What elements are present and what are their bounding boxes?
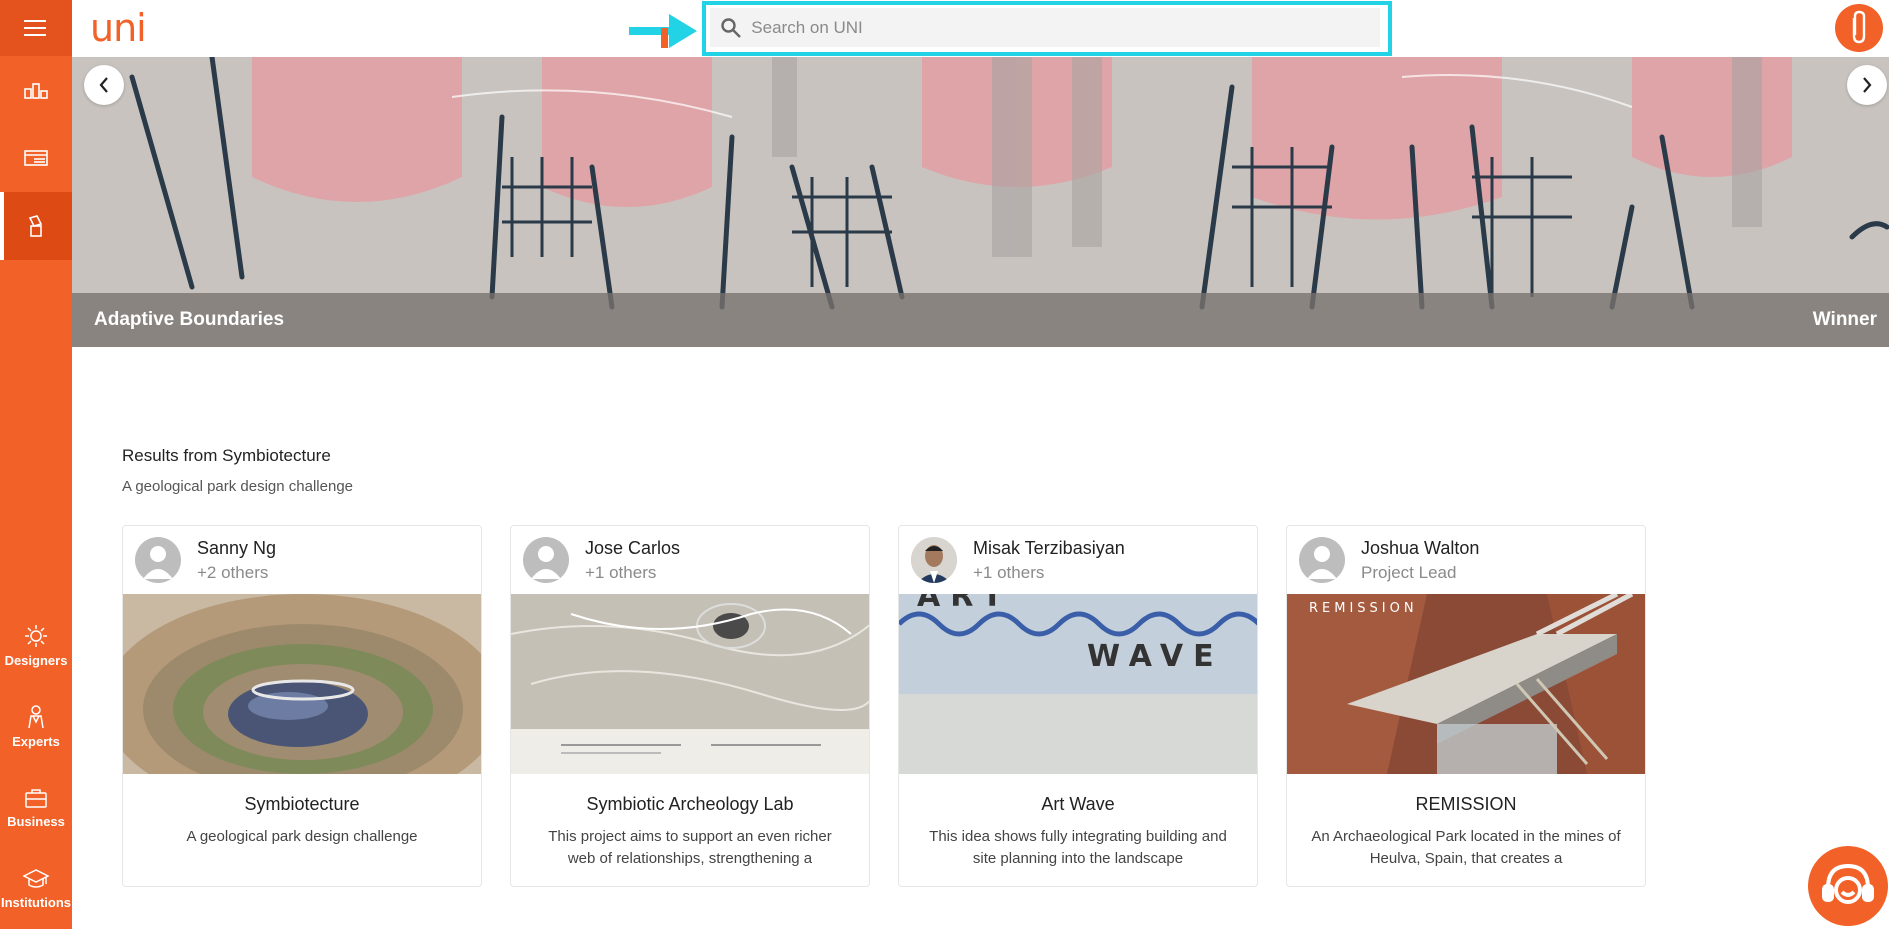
card-others: +2 others [197,562,269,582]
person-icon [28,705,44,729]
sidebar-item-designers[interactable]: Designers [0,605,72,686]
avatar[interactable] [523,537,569,583]
chevron-right-icon [1863,77,1872,93]
avatar[interactable] [1299,537,1345,583]
project-card[interactable]: Misak Terzibasiyan +1 others ART WAVE Ar… [898,525,1258,887]
card-image[interactable]: ART WAVE [899,594,1257,774]
project-card[interactable]: Jose Carlos +1 others Symbiotic Archeolo… [510,525,870,887]
competitions-icon [24,83,48,99]
card-others: +1 others [585,562,657,582]
hero-badge: Winner [1812,309,1877,330]
top-bar: uni [72,0,1889,57]
card-header: Jose Carlos +1 others [511,526,869,594]
search-highlight-box [702,1,1392,56]
hamburger-icon [24,20,46,36]
sidebar-item-institutions[interactable]: Institutions [0,848,72,929]
project-cards: Sanny Ng +2 others Symbiotecture A geolo… [122,525,1646,887]
default-user-icon [1307,546,1337,579]
card-image[interactable]: REMISSION [1287,594,1645,774]
card-image[interactable] [511,594,869,774]
art-text: ART [917,594,1012,614]
card-others: Project Lead [1361,562,1457,582]
card-author[interactable]: Sanny Ng [197,538,276,559]
user-avatar[interactable] [1835,4,1883,52]
results-subtitle: A geological park design challenge [122,478,353,495]
paperclip-icon [1852,10,1866,44]
sidebar-item-label: Experts [12,734,60,749]
sidebar: Designers Experts Business Institutions [0,0,72,929]
results-title: Results from Symbiotecture [122,446,331,465]
project-card[interactable]: Sanny Ng +2 others Symbiotecture A geolo… [122,525,482,887]
card-description: A geological park design challenge [186,828,418,845]
briefcase-icon [25,789,47,808]
card-title[interactable]: Art Wave [899,794,1257,815]
card-description: This idea shows fully integrating buildi… [929,828,1227,867]
avatar[interactable] [135,537,181,583]
card-title[interactable]: Symbiotic Archeology Lab [511,794,869,815]
arrow-annotation-icon [629,14,697,48]
projects-list-icon [24,150,48,166]
sun-gear-icon [25,625,47,647]
sidebar-item-experts[interactable]: Experts [0,686,72,767]
results-header: Results from Symbiotecture A geological … [122,446,353,495]
hero-caption-bar: Adaptive Boundaries Winner [72,293,1889,347]
card-others: +1 others [973,562,1045,582]
card-header: Sanny Ng +2 others [123,526,481,594]
search-input[interactable] [751,17,1380,38]
default-user-icon [531,546,561,579]
card-author[interactable]: Joshua Walton [1361,538,1479,559]
remission-text: REMISSION [1309,601,1418,616]
sidebar-item-submissions[interactable] [0,192,72,260]
hero-carousel: Adaptive Boundaries Winner [72,57,1889,347]
sidebar-item-label: Institutions [0,895,72,910]
graduation-cap-icon [22,869,50,888]
headset-chat-icon [1822,863,1874,904]
default-user-icon [143,546,173,579]
sidebar-categories: Designers Experts Business Institutions [0,605,72,929]
search-icon [710,17,751,39]
carousel-next-button[interactable] [1847,65,1887,105]
menu-button[interactable] [0,0,72,56]
card-author[interactable]: Misak Terzibasiyan [973,538,1125,559]
wave-text: WAVE [1087,639,1224,674]
card-header: Misak Terzibasiyan +1 others [899,526,1257,594]
avatar[interactable] [911,537,957,583]
card-title[interactable]: REMISSION [1287,794,1645,815]
carousel-prev-button[interactable] [84,65,124,105]
card-header: Joshua Walton Project Lead [1287,526,1645,594]
card-description: An Archaeological Park located in the mi… [1311,828,1621,867]
card-image[interactable] [123,594,481,774]
sidebar-item-label: Designers [4,653,68,668]
card-description: This project aims to support an even ric… [548,828,832,867]
submissions-icon [28,215,43,237]
project-card[interactable]: Joshua Walton Project Lead REMISSION REM… [1286,525,1646,887]
card-author[interactable]: Jose Carlos [585,538,680,559]
sidebar-item-projects[interactable] [0,124,72,192]
search-bar[interactable] [710,8,1380,47]
hero-title[interactable]: Adaptive Boundaries [94,309,284,331]
chat-support-button[interactable] [1808,846,1888,926]
card-title[interactable]: Symbiotecture [123,794,481,815]
uni-logo[interactable]: uni [90,8,147,48]
sidebar-item-competitions[interactable] [0,56,72,124]
sidebar-item-label: Business [7,814,65,829]
user-photo [911,537,957,583]
chevron-left-icon [99,77,108,93]
sidebar-item-business[interactable]: Business [0,767,72,848]
